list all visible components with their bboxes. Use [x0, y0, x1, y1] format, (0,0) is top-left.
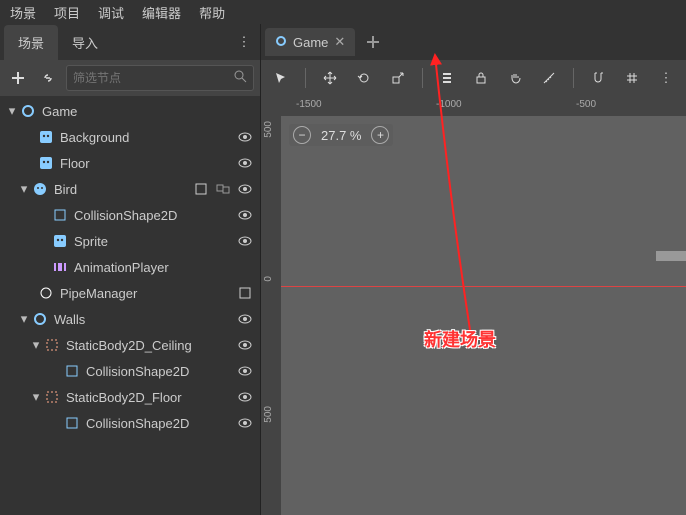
- visibility-icon[interactable]: [236, 180, 254, 198]
- snap-tool-icon[interactable]: [586, 66, 610, 90]
- scale-tool-icon[interactable]: [386, 66, 410, 90]
- visibility-icon[interactable]: [236, 154, 254, 172]
- staticbody-icon: [44, 389, 60, 405]
- animationplayer-icon: [52, 259, 68, 275]
- node2d-icon: [20, 103, 36, 119]
- viewport-panel: Game ✕ ⋮ -1500 -1000 -5: [261, 24, 686, 515]
- tree-node-floor[interactable]: Floor: [0, 150, 260, 176]
- tree-node-collision[interactable]: CollisionShape2D: [0, 202, 260, 228]
- new-scene-icon[interactable]: [361, 30, 385, 54]
- ruler-corner: [261, 96, 281, 116]
- script-icon[interactable]: [236, 284, 254, 302]
- menu-help[interactable]: 帮助: [199, 3, 225, 22]
- options-icon[interactable]: ⋮: [654, 66, 678, 90]
- tree-node-sprite[interactable]: Sprite: [0, 228, 260, 254]
- scene-tree: ▾ Game Background Floor ▾ Bird: [0, 96, 260, 515]
- annotation-label: 新建场景: [424, 326, 496, 352]
- sprite-icon: [38, 129, 54, 145]
- panel-options-icon[interactable]: ⋮: [232, 30, 256, 54]
- list-tool-icon[interactable]: [435, 66, 459, 90]
- select-tool-icon[interactable]: [269, 66, 293, 90]
- scene-dock: 场景 导入 ⋮ ▾ Game Background: [0, 24, 261, 515]
- node-icon: [38, 285, 54, 301]
- vertical-ruler: 500 0 500: [261, 116, 281, 515]
- tree-node-walls[interactable]: ▾ Walls: [0, 306, 260, 332]
- menu-scene[interactable]: 场景: [10, 3, 36, 22]
- visibility-icon[interactable]: [236, 310, 254, 328]
- tree-node-ceil[interactable]: ▾ StaticBody2D_Ceiling: [0, 332, 260, 358]
- object-preview: [656, 251, 686, 261]
- collision-icon: [64, 363, 80, 379]
- node2d-icon: [275, 35, 287, 50]
- tree-node-anim[interactable]: AnimationPlayer: [0, 254, 260, 280]
- zoom-control: − 27.7 % +: [289, 124, 393, 146]
- horizontal-ruler: -1500 -1000 -500: [281, 96, 686, 116]
- zoom-level: 27.7 %: [321, 128, 361, 143]
- tab-scene[interactable]: 场景: [4, 25, 58, 60]
- visibility-icon[interactable]: [236, 206, 254, 224]
- scene-tab-game[interactable]: Game ✕: [265, 28, 355, 56]
- sprite-icon: [38, 155, 54, 171]
- menu-editor[interactable]: 编辑器: [142, 3, 181, 22]
- visibility-icon[interactable]: [236, 362, 254, 380]
- visibility-icon[interactable]: [236, 336, 254, 354]
- pan-tool-icon[interactable]: [503, 66, 527, 90]
- tree-node-ceil-coll[interactable]: CollisionShape2D: [0, 358, 260, 384]
- rigidbody-icon: [32, 181, 48, 197]
- zoom-out-icon[interactable]: −: [293, 126, 311, 144]
- viewport-toolbar: ⋮: [261, 60, 686, 96]
- zoom-in-icon[interactable]: +: [371, 126, 389, 144]
- tab-import[interactable]: 导入: [58, 25, 112, 60]
- tree-node-bird[interactable]: ▾ Bird: [0, 176, 260, 202]
- visibility-icon[interactable]: [236, 414, 254, 432]
- tree-node-sbfloor-coll[interactable]: CollisionShape2D: [0, 410, 260, 436]
- collision-icon: [64, 415, 80, 431]
- close-icon[interactable]: ✕: [334, 34, 345, 50]
- visibility-icon[interactable]: [236, 388, 254, 406]
- search-icon: [234, 70, 247, 86]
- lock-tool-icon[interactable]: [469, 66, 493, 90]
- node2d-icon: [32, 311, 48, 327]
- menu-project[interactable]: 项目: [54, 3, 80, 22]
- tree-node-sbfloor[interactable]: ▾ StaticBody2D_Floor: [0, 384, 260, 410]
- move-tool-icon[interactable]: [318, 66, 342, 90]
- link-icon[interactable]: [36, 66, 60, 90]
- tree-node-root[interactable]: ▾ Game: [0, 98, 260, 124]
- rotate-tool-icon[interactable]: [352, 66, 376, 90]
- collision-icon: [52, 207, 68, 223]
- menubar: 场景 项目 调试 编辑器 帮助: [0, 0, 686, 24]
- canvas-viewport[interactable]: [281, 116, 686, 515]
- tree-node-pipemgr[interactable]: PipeManager: [0, 280, 260, 306]
- visibility-icon[interactable]: [236, 128, 254, 146]
- menu-debug[interactable]: 调试: [98, 3, 124, 22]
- grid-snap-icon[interactable]: [620, 66, 644, 90]
- sprite-icon: [52, 233, 68, 249]
- filter-nodes-input[interactable]: [66, 65, 254, 91]
- add-node-icon[interactable]: [6, 66, 30, 90]
- group-icon[interactable]: [214, 180, 232, 198]
- visibility-icon[interactable]: [236, 232, 254, 250]
- ruler-tool-icon[interactable]: [537, 66, 561, 90]
- tree-node-bg[interactable]: Background: [0, 124, 260, 150]
- script-icon[interactable]: [192, 180, 210, 198]
- staticbody-icon: [44, 337, 60, 353]
- axis-line: [281, 286, 686, 287]
